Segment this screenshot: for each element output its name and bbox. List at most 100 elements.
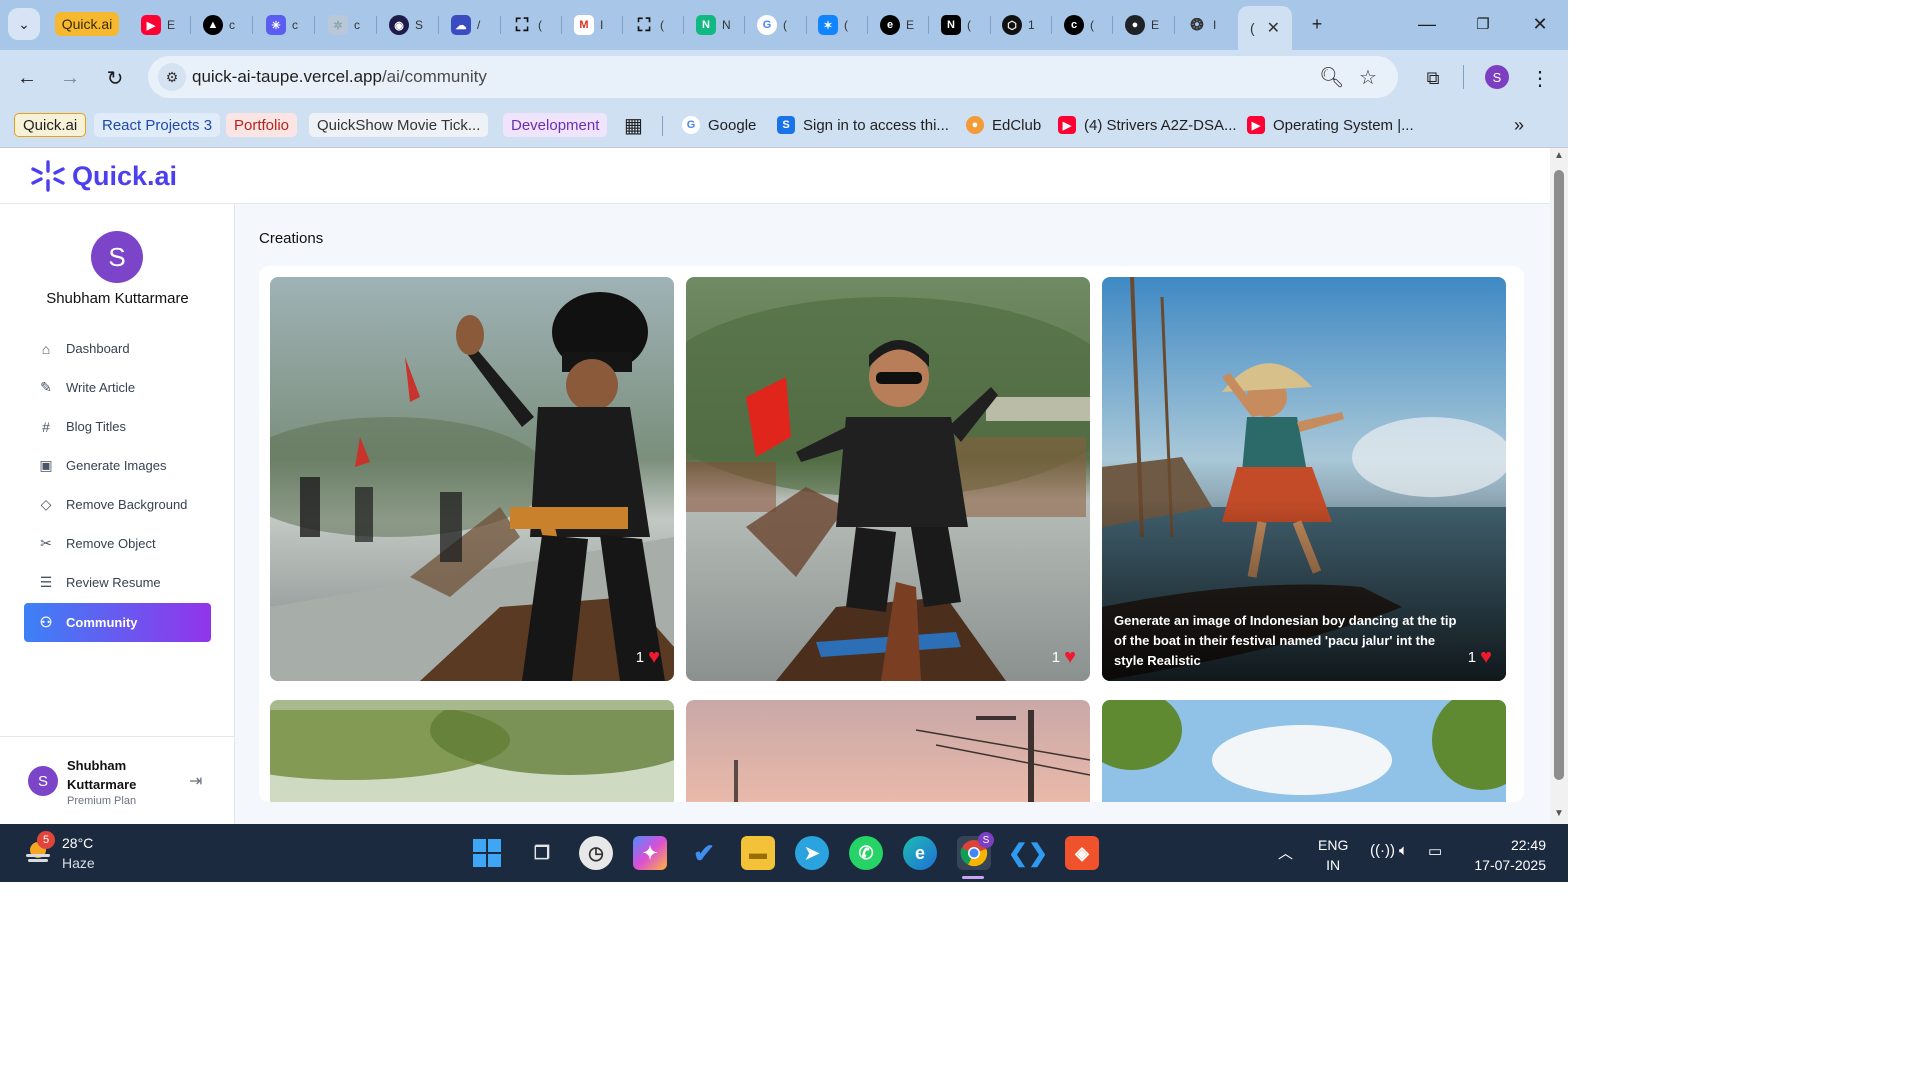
- creation-card[interactable]: 1 ♥: [270, 277, 674, 681]
- bookmark-sign-in[interactable]: S Sign in to access thi...: [777, 111, 949, 139]
- close-icon[interactable]: ✕: [1267, 18, 1280, 38]
- start-button[interactable]: [470, 836, 504, 870]
- back-button[interactable]: ←: [13, 64, 41, 92]
- tab-bluesky[interactable]: ✶(: [818, 12, 848, 38]
- scroll-down-arrow-icon[interactable]: ▼: [1554, 808, 1564, 819]
- wifi-icon[interactable]: ((·)): [1370, 842, 1395, 859]
- creation-card[interactable]: [270, 700, 674, 802]
- tab-gmail[interactable]: MI: [574, 12, 603, 38]
- site-settings-icon[interactable]: ⚙: [158, 63, 186, 91]
- restore-button[interactable]: ❐: [1471, 12, 1495, 36]
- heart-icon[interactable]: ♥: [1064, 647, 1076, 667]
- menu-button[interactable]: ⋮: [1526, 64, 1554, 92]
- bookmark-quickshow[interactable]: QuickShow Movie Tick...: [309, 111, 489, 139]
- avatar[interactable]: S: [28, 766, 58, 796]
- sidebar-item-blog-titles[interactable]: # Blog Titles: [24, 407, 211, 446]
- reload-button[interactable]: ↻: [101, 64, 129, 92]
- creation-card[interactable]: Generate an image of Indonesian boy danc…: [1102, 277, 1506, 681]
- tab-n[interactable]: NN: [696, 12, 731, 38]
- creation-card[interactable]: [1102, 700, 1506, 802]
- bookmark-quickai[interactable]: Quick.ai: [14, 111, 87, 139]
- brave-button[interactable]: ◈: [1065, 836, 1099, 870]
- edge-button[interactable]: e: [903, 836, 937, 870]
- tab-cube[interactable]: ⬡ 1: [1002, 12, 1035, 38]
- bookmark-development[interactable]: Development: [503, 111, 608, 139]
- tray-overflow-button[interactable]: ︿: [1278, 842, 1293, 863]
- tab-c[interactable]: c(: [1064, 12, 1094, 38]
- arrow-left-icon: ←: [17, 66, 37, 89]
- edge-icon: e: [914, 842, 925, 863]
- app-logo[interactable]: Quick.ai: [30, 160, 177, 192]
- language-indicator[interactable]: ENG IN: [1318, 835, 1348, 875]
- volume-icon[interactable]: 🔈︎: [1399, 842, 1408, 859]
- sidebar-item-remove-background[interactable]: ◇ Remove Background: [24, 485, 211, 524]
- bookmark-google[interactable]: G Google: [682, 111, 756, 139]
- bookmark-edclub[interactable]: ● EdClub: [966, 111, 1041, 139]
- star-icon[interactable]: ☆: [1359, 65, 1377, 90]
- tab-loading[interactable]: ✲ c: [328, 12, 360, 38]
- tab-title: 1: [1028, 18, 1035, 32]
- bookmark-portfolio[interactable]: Portfolio: [226, 111, 298, 139]
- temperature[interactable]: 28°C: [62, 835, 93, 851]
- more-bookmarks-button[interactable]: »: [1514, 111, 1524, 139]
- tab-github[interactable]: ● E: [1125, 12, 1159, 38]
- whatsapp-button[interactable]: ✆: [849, 836, 883, 870]
- bookmark-strivers[interactable]: ▶ (4) Strivers A2Z-DSA...: [1058, 111, 1237, 139]
- bookmark-os[interactable]: ▶ Operating System |...: [1247, 111, 1414, 139]
- page-scrollbar[interactable]: ▲ ▼: [1550, 148, 1568, 824]
- sidebar-item-dashboard[interactable]: ⌂ Dashboard: [24, 329, 211, 368]
- logout-icon[interactable]: ⇥: [189, 771, 202, 791]
- sidebar-item-community[interactable]: ⚇ Community: [24, 603, 211, 642]
- extensions-button[interactable]: ⧉: [1419, 64, 1447, 92]
- system-clock[interactable]: 22:49 17-07-2025: [1468, 835, 1546, 875]
- copilot-button[interactable]: ✦: [633, 836, 667, 870]
- tab-clerk[interactable]: ✳ c: [266, 12, 298, 38]
- image-icon: ▣: [39, 457, 53, 473]
- url-text[interactable]: quick-ai-taupe.vercel.app/ai/community: [192, 67, 487, 87]
- tab-openai[interactable]: ❂ I: [1187, 12, 1216, 38]
- tab-youtube[interactable]: ▶ E: [141, 12, 175, 38]
- tab-brackets-2[interactable]: ⛶(: [634, 12, 664, 38]
- tab-active[interactable]: ( ✕: [1238, 6, 1292, 50]
- tab-e[interactable]: eE: [880, 12, 914, 38]
- creation-card[interactable]: [686, 700, 1090, 802]
- page-scroll-thumb[interactable]: [1554, 170, 1564, 780]
- tab-s[interactable]: ◉ S: [389, 12, 423, 38]
- tab-notion[interactable]: N(: [941, 12, 971, 38]
- tab-brackets-1[interactable]: ⛶(: [512, 12, 542, 38]
- profile-avatar[interactable]: S: [1485, 65, 1509, 89]
- heart-icon[interactable]: ♥: [648, 647, 660, 667]
- creation-card[interactable]: 1 ♥: [686, 277, 1090, 681]
- file-explorer-button[interactable]: ▬: [741, 836, 775, 870]
- sidebar-item-write-article[interactable]: ✎ Write Article: [24, 368, 211, 407]
- new-tab-button[interactable]: +: [1305, 12, 1329, 36]
- tab-cloud[interactable]: ☁ /: [451, 12, 480, 38]
- logo-text: Quick.ai: [72, 160, 178, 191]
- sidebar-item-review-resume[interactable]: ☰ Review Resume: [24, 563, 211, 602]
- tab-search-dropdown-button[interactable]: ⌄: [8, 8, 40, 40]
- todo-button[interactable]: ✔: [687, 836, 721, 870]
- sidebar-item-generate-images[interactable]: ▣ Generate Images: [24, 446, 211, 485]
- avatar[interactable]: S: [91, 231, 143, 283]
- scroll-up-arrow-icon[interactable]: ▲: [1554, 150, 1564, 161]
- weather-condition[interactable]: Haze: [62, 855, 95, 871]
- sidebar-item-remove-object[interactable]: ✂ Remove Object: [24, 524, 211, 563]
- bookmark-react-projects[interactable]: React Projects 3: [94, 111, 221, 139]
- tab-quickai[interactable]: Quick.ai: [55, 12, 119, 36]
- vscode-button[interactable]: ❮❯: [1008, 836, 1048, 870]
- zoom-icon[interactable]: 🔍︎: [1319, 65, 1344, 90]
- battery-icon[interactable]: ▭: [1428, 842, 1442, 860]
- task-view-button[interactable]: ❐: [525, 836, 559, 870]
- heart-icon[interactable]: ♥: [1480, 647, 1492, 667]
- close-window-button[interactable]: ✕: [1528, 12, 1552, 36]
- apps-button[interactable]: ▦: [624, 111, 643, 139]
- tab-vercel[interactable]: ▲ c: [203, 12, 235, 38]
- clock-app-button[interactable]: ◷: [579, 836, 613, 870]
- telegram-button[interactable]: ➤: [795, 836, 829, 870]
- tab-google[interactable]: G(: [757, 12, 787, 38]
- sidebar-item-label: Remove Background: [66, 497, 188, 512]
- forward-button[interactable]: →: [56, 64, 84, 92]
- clock-time: 22:49: [1510, 837, 1546, 853]
- minimize-button[interactable]: —: [1415, 12, 1439, 36]
- address-bar[interactable]: ⚙ quick-ai-taupe.vercel.app/ai/community…: [148, 56, 1398, 98]
